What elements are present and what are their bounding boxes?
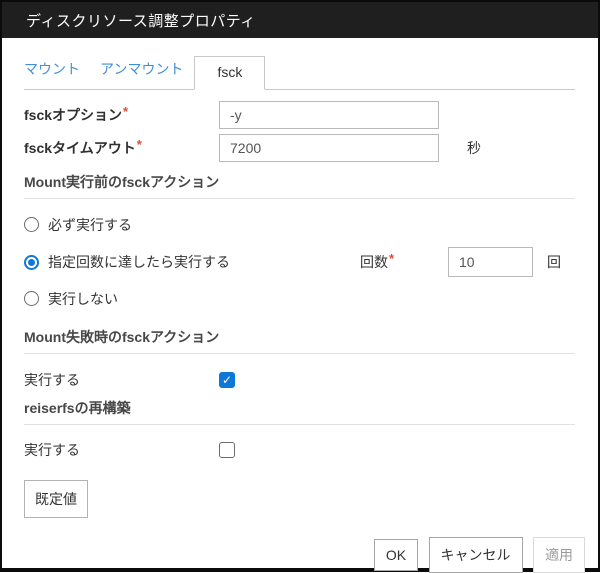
- required-mark: *: [123, 104, 128, 119]
- ok-button[interactable]: OK: [374, 539, 418, 571]
- reiserfs-execute-label: 実行する: [24, 440, 219, 460]
- fsck-timeout-input[interactable]: [219, 134, 439, 162]
- mount-failure-execute-label: 実行する: [24, 370, 219, 390]
- count-label: 回数*: [360, 252, 394, 272]
- radio-execute-at-count[interactable]: [24, 255, 39, 270]
- count-label-text: 回数: [360, 254, 388, 270]
- reiserfs-rebuild-heading: reiserfsの再構築: [24, 400, 575, 425]
- mount-failure-execute-checkbox[interactable]: [219, 372, 235, 388]
- fsck-option-label-text: fsckオプション: [24, 107, 122, 123]
- fsck-timeout-label-text: fsckタイムアウト: [24, 140, 136, 156]
- reiserfs-execute-checkbox[interactable]: [219, 442, 235, 458]
- dialog-title: ディスクリソース調整プロパティ: [26, 10, 256, 31]
- radio-do-not-execute[interactable]: [24, 291, 39, 306]
- radio-execute-at-count-label: 指定回数に達したら実行する: [48, 252, 230, 272]
- mount-failure-execute-row: 実行する: [24, 371, 585, 388]
- dialog-titlebar: ディスクリソース調整プロパティ: [2, 2, 598, 38]
- fsck-timeout-row: fsckタイムアウト* 秒: [24, 134, 585, 162]
- radio-do-not-execute-label: 実行しない: [48, 289, 118, 309]
- required-mark: *: [137, 137, 142, 152]
- apply-button[interactable]: 適用: [533, 537, 585, 573]
- tab-mount[interactable]: マウント: [24, 59, 80, 89]
- tab-fsck[interactable]: fsck: [194, 56, 265, 90]
- dialog-footer: OK キャンセル 適用: [24, 537, 585, 573]
- fsck-option-label: fsckオプション*: [24, 105, 219, 125]
- fsck-option-row: fsckオプション*: [24, 101, 585, 129]
- tab-unmount[interactable]: アンマウント: [100, 59, 183, 89]
- mount-failure-fsck-action-heading: Mount失敗時のfsckアクション: [24, 329, 575, 354]
- tab-bar: マウント アンマウント fsck: [24, 59, 575, 90]
- count-unit-label: 回: [547, 252, 561, 272]
- radio-row-always-execute[interactable]: 必ず実行する: [24, 216, 585, 233]
- fsck-timeout-label: fsckタイムアウト*: [24, 138, 219, 158]
- required-mark: *: [389, 251, 394, 266]
- seconds-unit-label: 秒: [467, 138, 481, 158]
- radio-row-execute-at-count: 指定回数に達したら実行する 回数* 回: [24, 247, 585, 277]
- pre-mount-fsck-action-heading: Mount実行前のfsckアクション: [24, 174, 575, 199]
- default-values-button[interactable]: 既定値: [24, 480, 88, 518]
- radio-always-execute-label: 必ず実行する: [48, 215, 132, 235]
- disk-resource-tuning-dialog: ディスクリソース調整プロパティ マウント アンマウント fsck fsckオプシ…: [0, 0, 600, 572]
- reiserfs-execute-row: 実行する: [24, 441, 585, 458]
- count-input[interactable]: [448, 247, 533, 277]
- radio-always-execute[interactable]: [24, 217, 39, 232]
- fsck-option-input[interactable]: [219, 101, 439, 129]
- radio-row-do-not-execute[interactable]: 実行しない: [24, 290, 585, 307]
- cancel-button[interactable]: キャンセル: [429, 537, 523, 573]
- dialog-content: マウント アンマウント fsck fsckオプション* fsckタイムアウト* …: [2, 59, 598, 573]
